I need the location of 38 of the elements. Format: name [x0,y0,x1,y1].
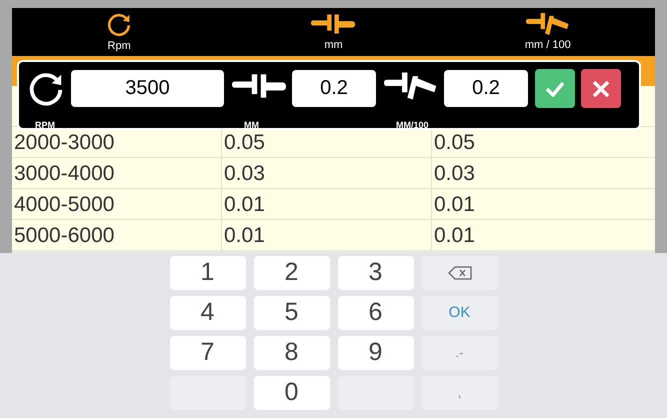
column-label: Rpm [108,39,131,53]
key[interactable]: 9 [338,336,414,370]
column-label: mm [324,38,343,52]
input-field[interactable]: 3500 [71,70,224,107]
input-field[interactable]: 0.2 [292,70,376,107]
key[interactable]: 7 [170,336,246,370]
table-cell: 4000-5000 [12,189,222,219]
key[interactable]: 1 [170,256,246,290]
table-cell-text: 0.01 [433,192,476,218]
caliper-icon [232,72,286,100]
key[interactable]: 3 [338,256,414,290]
field-label: MM [244,120,259,130]
confirm-button[interactable] [535,69,575,108]
caliper-icon [526,12,570,36]
input-field[interactable]: 0.2 [444,70,528,107]
cancel-button[interactable] [581,69,621,108]
field-label: MM/100 [396,120,429,130]
table-cell-text: 0.01 [433,223,476,249]
field-label: RPM [35,120,55,130]
rotate-icon [106,11,132,37]
key[interactable]: 4 [170,296,246,330]
caliper-icon [311,12,356,36]
check-icon [545,80,565,96]
table-cell-text: 0.03 [433,161,476,187]
table-cell: 0.03 [222,158,432,188]
key[interactable]: 8 [254,336,330,370]
table-cell: 0.01 [222,189,432,219]
column-label: mm / 100 [524,38,571,52]
close-icon [592,80,610,98]
table-cell-text: 0.05 [433,130,476,156]
key[interactable]: 0 [254,376,330,410]
caliper-icon [384,72,438,100]
key[interactable]: 5 [254,296,330,330]
table-cell: 3000-4000 [12,158,222,188]
key[interactable]: 6 [338,296,414,330]
key[interactable]: 2 [254,256,330,290]
backspace-icon [448,266,472,280]
backspace-key[interactable] [422,256,498,290]
